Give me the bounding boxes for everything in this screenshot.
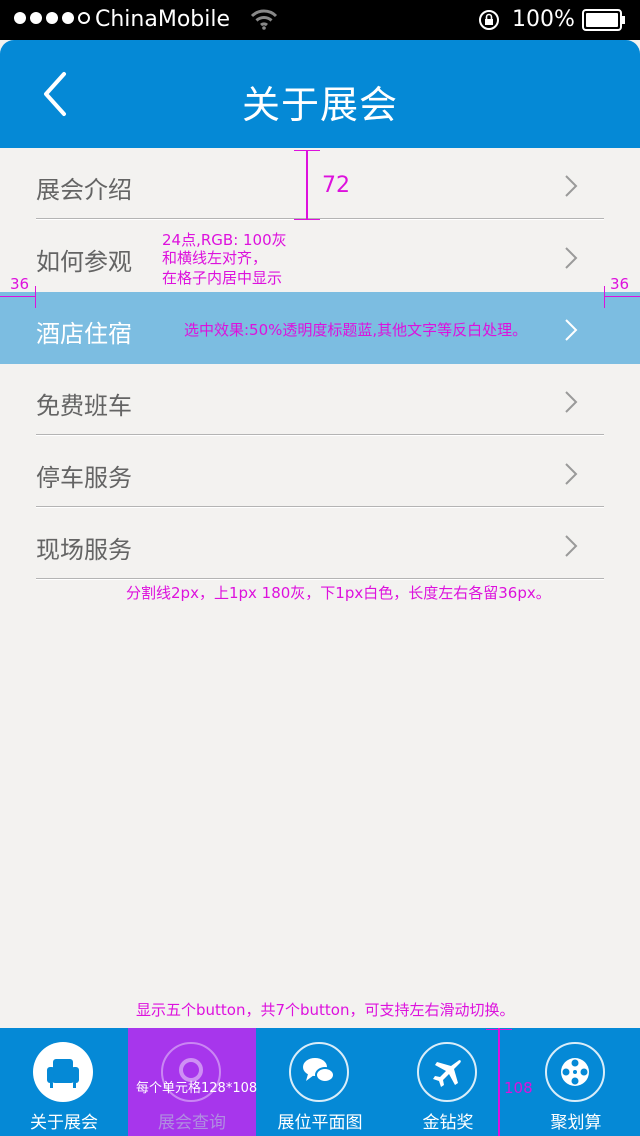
margin-left-label: 36 — [10, 275, 30, 293]
menu-item-shuttle-bus[interactable]: 免费班车 — [0, 364, 640, 436]
tab-label: 金钻奖 — [422, 1113, 474, 1133]
tab-about-exhibition[interactable]: 关于展会 — [0, 1028, 128, 1136]
font-spec-note: 在格子内居中显示 — [162, 269, 283, 287]
divider — [36, 578, 604, 580]
font-spec-note: 24点,RGB: 100灰 — [162, 231, 287, 249]
film-reel-icon — [561, 1058, 589, 1086]
rotation-lock-icon — [479, 10, 499, 30]
wifi-icon — [250, 9, 278, 30]
menu-item-label: 现场服务 — [36, 536, 132, 564]
tabbar-height-marker-cap — [486, 1029, 512, 1030]
tab-label: 聚划算 — [550, 1113, 602, 1133]
tab-bar: 关于展会 每个单元格128*108 展会查询 展位平面图 金钻奖 聚划算 — [0, 1028, 640, 1136]
nav-bar: 关于展会 — [0, 40, 640, 148]
menu-item-label: 如何参观 — [36, 248, 132, 276]
menu-item-parking[interactable]: 停车服务 — [0, 436, 640, 508]
tabbar-height-marker — [498, 1028, 500, 1136]
tab-diamond-award[interactable]: 金钻奖 — [384, 1028, 512, 1136]
battery-percent: 100% — [512, 7, 575, 32]
airplane-icon — [433, 1060, 461, 1087]
margin-right-marker-cap — [604, 286, 605, 308]
chevron-right-icon — [565, 175, 578, 197]
sofa-icon — [47, 1059, 79, 1088]
tab-booth-floorplan[interactable]: 展位平面图 — [256, 1028, 384, 1136]
tabbar-spec-note: 显示五个button，共7个button，可支持左右滑动切换。 — [136, 1001, 515, 1019]
menu-item-label: 停车服务 — [36, 464, 132, 492]
chevron-right-icon — [565, 319, 578, 341]
selected-state-note: 选中效果:50%透明度标题蓝,其他文字等反白处理。 — [184, 321, 528, 339]
menu-item-label: 免费班车 — [36, 392, 132, 420]
tab-label: 展会查询 — [158, 1113, 226, 1133]
menu-item-onsite-service[interactable]: 现场服务 — [0, 508, 640, 580]
menu-item-how-to-visit[interactable]: 如何参观 — [0, 220, 640, 292]
menu-list: 展会介绍 如何参观 酒店住宿 免费班车 停车服务 现场服务 — [0, 148, 640, 580]
tab-label: 展位平面图 — [277, 1113, 363, 1133]
tab-exhibition-search[interactable]: 每个单元格128*108 展会查询 — [128, 1028, 258, 1136]
status-bar: ChinaMobile 100% — [0, 0, 640, 40]
chat-bubbles-icon — [303, 1058, 335, 1083]
tab-label: 关于展会 — [30, 1113, 98, 1133]
chevron-right-icon — [565, 535, 578, 557]
margin-left-marker — [0, 296, 36, 297]
margin-left-marker-cap — [35, 286, 36, 308]
menu-item-exhibition-intro[interactable]: 展会介绍 — [0, 148, 640, 220]
margin-right-label: 36 — [610, 275, 630, 293]
row-height-marker-cap — [294, 150, 320, 151]
battery-icon — [582, 9, 625, 31]
font-spec-note: 和横线左对齐， — [162, 249, 268, 267]
chevron-right-icon — [565, 463, 578, 485]
chevron-right-icon — [565, 247, 578, 269]
chevron-right-icon — [565, 391, 578, 413]
signal-strength-icon — [14, 12, 90, 24]
row-height-marker-cap — [294, 219, 320, 220]
menu-item-label: 展会介绍 — [36, 176, 132, 204]
tabbar-height-label: 108 — [504, 1079, 533, 1097]
page-title: 关于展会 — [241, 83, 398, 127]
row-height-label: 72 — [322, 173, 350, 198]
row-height-marker — [306, 150, 308, 220]
margin-right-marker — [604, 296, 640, 297]
carrier-name: ChinaMobile — [95, 7, 231, 32]
menu-item-label: 酒店住宿 — [36, 320, 132, 348]
divider-spec-note: 分割线2px，上1px 180灰，下1px白色，长度左右各留36px。 — [126, 584, 551, 602]
cell-size-note: 每个单元格128*108 — [136, 1081, 258, 1096]
